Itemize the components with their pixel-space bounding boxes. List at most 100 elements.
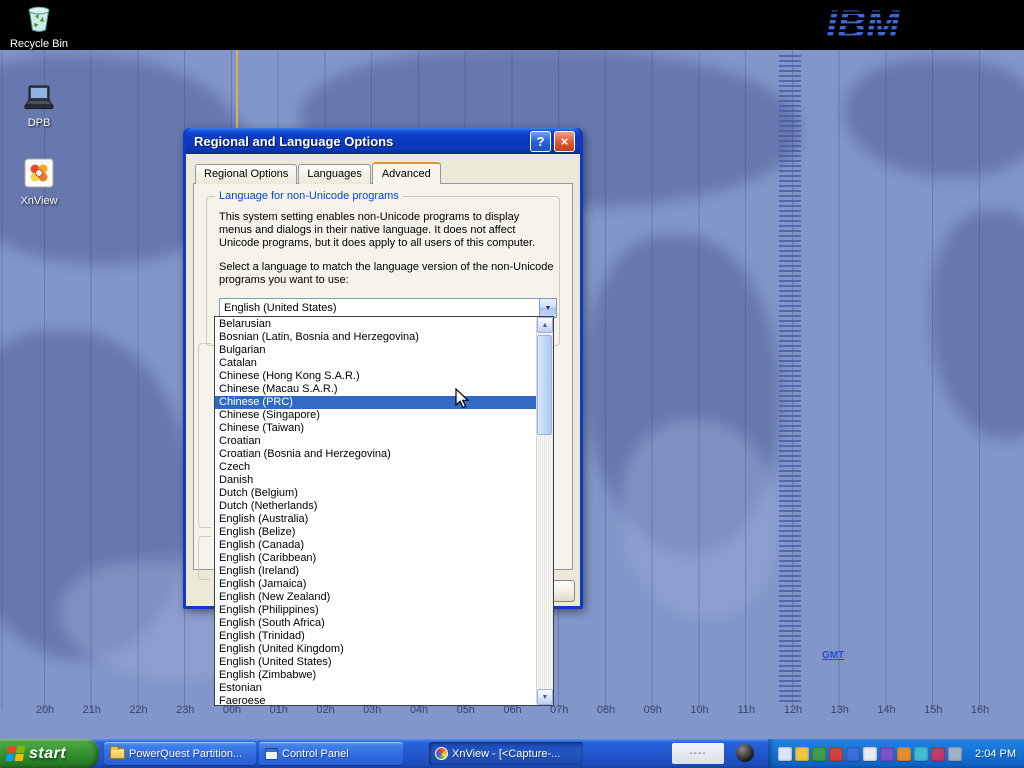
dropdown-item[interactable]: Faeroese xyxy=(215,695,536,705)
timezone-scale: 20h21h22h23h00h01h02h03h04h05h06h07h08h0… xyxy=(0,704,1024,720)
taskbar-button-control-panel[interactable]: Control Panel xyxy=(259,742,403,765)
dropdown-item[interactable]: English (Canada) xyxy=(215,539,536,552)
control-panel-icon xyxy=(265,748,278,760)
dropdown-item[interactable]: Bulgarian xyxy=(215,344,536,357)
window-title: Regional and Language Options xyxy=(194,134,527,149)
dropdown-item[interactable]: Chinese (Taiwan) xyxy=(215,422,536,435)
dropdown-item[interactable]: Czech xyxy=(215,461,536,474)
start-button-label: start xyxy=(29,745,66,763)
antivirus-icon[interactable] xyxy=(931,747,945,761)
recycle-bin-desktop-icon[interactable]: Recycle Bin xyxy=(0,3,78,50)
dropdown-item[interactable]: Belarusian xyxy=(215,318,536,331)
scrollbar-thumb[interactable] xyxy=(537,335,552,435)
windows-flag-icon xyxy=(6,746,26,761)
language-combobox[interactable]: English (United States) ▼ xyxy=(219,298,557,318)
dropdown-item[interactable]: English (Philippines) xyxy=(215,604,536,617)
timezone-label: 08h xyxy=(597,704,615,716)
recycle-bin-icon xyxy=(0,3,78,36)
dropdown-item[interactable]: Croatian (Bosnia and Herzegovina) xyxy=(215,448,536,461)
combobox-dropdown-button[interactable]: ▼ xyxy=(539,299,556,317)
taskbar-button-label: PowerQuest Partition... xyxy=(129,748,242,760)
date-line-hatched-band xyxy=(779,55,801,705)
dropdown-item[interactable]: English (South Africa) xyxy=(215,617,536,630)
scroll-down-button[interactable]: ▼ xyxy=(537,689,553,705)
remote-desktop-icon[interactable] xyxy=(778,747,792,761)
gmt-label: GMT xyxy=(822,650,844,661)
desktop: GMT 20h21h22h23h00h01h02h03h04h05h06h07h… xyxy=(0,0,1024,768)
timezone-label: 20h xyxy=(36,704,54,716)
tray-icons xyxy=(778,747,975,761)
update-icon[interactable] xyxy=(880,747,894,761)
printer-icon[interactable] xyxy=(948,747,962,761)
help-button[interactable]: ? xyxy=(530,131,551,152)
scrollbar-track[interactable] xyxy=(537,333,553,689)
dropdown-scrollbar[interactable]: ▲ ▼ xyxy=(536,317,553,705)
start-button[interactable]: start xyxy=(0,739,99,768)
dropdown-item[interactable]: Estonian xyxy=(215,682,536,695)
scroll-up-button[interactable]: ▲ xyxy=(537,317,553,333)
display-settings-icon[interactable] xyxy=(863,747,877,761)
timezone-label: 11h xyxy=(737,704,755,716)
dropdown-item[interactable]: Dutch (Belgium) xyxy=(215,487,536,500)
dropdown-item[interactable]: English (Caribbean) xyxy=(215,552,536,565)
security-key-icon[interactable] xyxy=(795,747,809,761)
icon-label: Recycle Bin xyxy=(10,38,68,50)
dropdown-item[interactable]: Croatian xyxy=(215,435,536,448)
timezone-label: 23h xyxy=(176,704,194,716)
language-dropdown-list[interactable]: BelarusianBosnian (Latin, Bosnia and Her… xyxy=(214,316,554,706)
xnview-icon xyxy=(435,747,448,760)
taskbar-app-icon[interactable] xyxy=(736,744,754,762)
dropdown-item[interactable]: Catalan xyxy=(215,357,536,370)
dropdown-item[interactable]: Chinese (Hong Kong S.A.R.) xyxy=(215,370,536,383)
group-title: Language for non-Unicode programs xyxy=(215,190,403,202)
dropdown-item[interactable]: Dutch (Netherlands) xyxy=(215,500,536,513)
dropdown-item[interactable]: English (Zimbabwe) xyxy=(215,669,536,682)
taskbar-button-powerquest[interactable]: PowerQuest Partition... xyxy=(104,742,256,765)
dropdown-item[interactable]: English (United Kingdom) xyxy=(215,643,536,656)
dropdown-item[interactable]: English (Ireland) xyxy=(215,565,536,578)
timezone-label: 16h xyxy=(971,704,989,716)
timezone-label: 09h xyxy=(644,704,662,716)
dropdown-item[interactable]: English (Belize) xyxy=(215,526,536,539)
deskband-label: ---- xyxy=(689,748,706,759)
taskbar-deskband[interactable]: ---- xyxy=(672,743,724,764)
timezone-label: 22h xyxy=(129,704,147,716)
alert-icon[interactable] xyxy=(829,747,843,761)
dropdown-item[interactable]: Chinese (Macau S.A.R.) xyxy=(215,383,536,396)
taskbar-button-xnview[interactable]: XnView - [<Capture-... xyxy=(429,742,583,765)
tab-languages[interactable]: Languages xyxy=(298,164,370,184)
folder-icon xyxy=(110,748,125,759)
timezone-label: 14h xyxy=(877,704,895,716)
xnview-desktop-icon[interactable]: XnView xyxy=(0,156,78,207)
dropdown-item[interactable]: Bosnian (Latin, Bosnia and Herzegovina) xyxy=(215,331,536,344)
system-tray: 2:04 PM xyxy=(768,739,1024,768)
hidden-groupbox-edge xyxy=(198,343,211,528)
dropdown-item[interactable]: English (Trinidad) xyxy=(215,630,536,643)
dropdown-item[interactable]: English (Jamaica) xyxy=(215,578,536,591)
window-titlebar[interactable]: Regional and Language Options ? × xyxy=(186,128,580,154)
ibm-logo: IBM xyxy=(822,2,942,51)
sync-icon[interactable] xyxy=(914,747,928,761)
volume-icon[interactable] xyxy=(897,747,911,761)
tab-advanced[interactable]: Advanced xyxy=(372,162,441,184)
wallpaper-top-band: IBM xyxy=(0,0,1024,50)
timezone-marker-line xyxy=(236,50,238,130)
dropdown-item[interactable]: Chinese (Singapore) xyxy=(215,409,536,422)
dropdown-item[interactable]: Chinese (PRC) xyxy=(215,396,536,409)
dropdown-item[interactable]: Danish xyxy=(215,474,536,487)
dpb-desktop-icon[interactable]: DPB xyxy=(0,84,78,129)
shield-icon[interactable] xyxy=(812,747,826,761)
dropdown-item[interactable]: English (United States) xyxy=(215,656,536,669)
network-icon[interactable] xyxy=(846,747,860,761)
arrow-up-icon: ▲ xyxy=(542,322,549,329)
clock[interactable]: 2:04 PM xyxy=(975,748,1016,760)
dropdown-item[interactable]: English (New Zealand) xyxy=(215,591,536,604)
dropdown-item[interactable]: English (Australia) xyxy=(215,513,536,526)
combobox-value: English (United States) xyxy=(220,302,539,314)
timezone-label: 15h xyxy=(924,704,942,716)
svg-text:IBM: IBM xyxy=(826,3,901,47)
group-description: This system setting enables non-Unicode … xyxy=(219,211,555,250)
close-button[interactable]: × xyxy=(554,131,575,152)
mouse-cursor xyxy=(455,388,475,410)
tab-regional-options[interactable]: Regional Options xyxy=(195,164,297,184)
